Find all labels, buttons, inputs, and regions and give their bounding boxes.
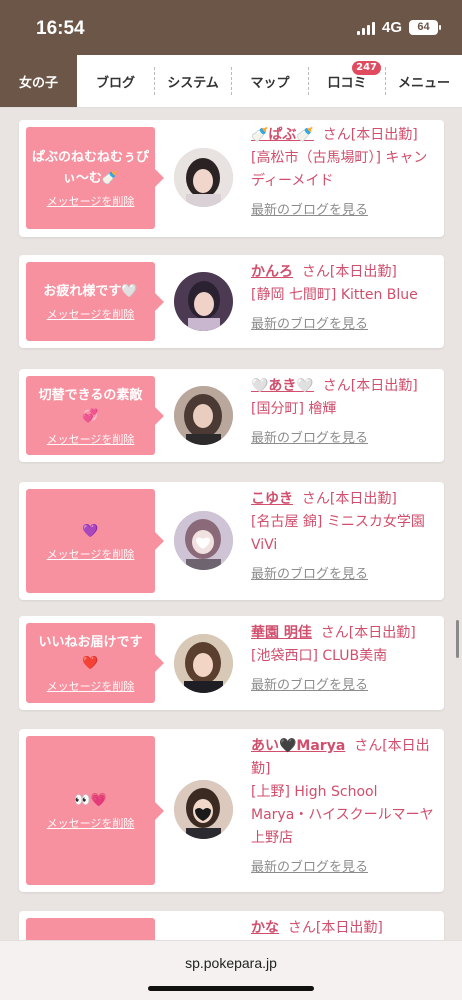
- delete-message-link[interactable]: メッセージを削除: [47, 193, 135, 209]
- latest-blog-link[interactable]: 最新のブログを見る: [251, 429, 439, 449]
- latest-blog-link[interactable]: 最新のブログを見る: [251, 858, 439, 878]
- girl-name-link[interactable]: あい🖤Marya: [251, 738, 345, 754]
- list-item: 💜 メッセージを削除 こゆき さん[本日出勤] [名古屋 錦] ミニスカ女学園V…: [19, 482, 444, 600]
- battery-icon: 64: [409, 20, 441, 35]
- message-text: 👀💗: [74, 793, 107, 808]
- message-bubble: ぱぶのねむねむぅぴぃ～む🍼 メッセージを削除: [26, 127, 164, 229]
- girl-status: さん[本日出勤]: [301, 264, 397, 280]
- message-bubble: 切替できるの素敵💞 メッセージを削除: [26, 376, 164, 455]
- latest-blog-link[interactable]: 最新のブログを見る: [251, 201, 439, 221]
- entry-info: 🤍あき🤍 さん[本日出勤] [国分町] 檜輝 最新のブログを見る: [251, 375, 439, 449]
- nav-tabs: 女の子 ブログ システム マップ 口コミ 247 メニュー: [0, 55, 462, 108]
- girl-status: さん[本日出勤]: [301, 491, 397, 507]
- tab-map[interactable]: マップ: [232, 55, 308, 107]
- entry-info: 🍼ぱぶ🍼 さん[本日出勤] [高松市（古馬場町）] キャンディーメイド 最新のブ…: [251, 124, 439, 221]
- signal-icon: [356, 21, 375, 35]
- girl-name-link[interactable]: 🤍あき🤍: [251, 378, 314, 394]
- girl-status: さん[本日出勤]: [322, 378, 418, 394]
- list-item: 👀💗 メッセージを削除 あい🖤Marya さん[本日出勤] [上野] High …: [19, 729, 444, 892]
- avatar[interactable]: [174, 511, 233, 570]
- girl-status: さん[本日出勤]: [322, 127, 418, 143]
- message-bubble: いいねお届けです❤️ メッセージを削除: [26, 623, 164, 703]
- delete-message-link[interactable]: メッセージを削除: [47, 678, 135, 694]
- girl-name-link[interactable]: かな: [251, 920, 279, 936]
- status-icons: 4G 64: [356, 19, 441, 36]
- delete-message-link[interactable]: メッセージを削除: [47, 546, 135, 562]
- status-time: 16:54: [36, 18, 85, 39]
- shop-link[interactable]: [静岡 七間町] Kitten Blue: [251, 284, 439, 307]
- girl-name-link[interactable]: かんろ: [251, 264, 293, 280]
- girl-name-link[interactable]: こゆき: [251, 491, 293, 507]
- list-item: お疲れ様です🤍 メッセージを削除 かんろ さん[本日出勤] [静岡 七間町] K…: [19, 255, 444, 348]
- tab-girls[interactable]: 女の子: [0, 55, 77, 107]
- message-text: ぱぶのねむねむぅぴぃ～む🍼: [32, 150, 150, 186]
- entry-info: 華園 明佳 さん[本日出勤] [池袋西口] CLUB美南 最新のブログを見る: [251, 622, 439, 696]
- latest-blog-link[interactable]: 最新のブログを見る: [251, 565, 439, 585]
- tab-system[interactable]: システム: [155, 55, 231, 107]
- message-bubble: お疲れ様です🤍 メッセージを削除: [26, 262, 164, 341]
- avatar[interactable]: [174, 386, 233, 445]
- shop-link[interactable]: [名古屋 錦] ミニスカ女学園ViVi: [251, 511, 439, 557]
- avatar[interactable]: [174, 148, 233, 207]
- girl-name-link[interactable]: 🍼ぱぶ🍼: [251, 127, 314, 143]
- delete-message-link[interactable]: メッセージを削除: [47, 815, 135, 831]
- entry-info: こゆき さん[本日出勤] [名古屋 錦] ミニスカ女学園ViVi 最新のブログを…: [251, 488, 439, 585]
- home-indicator[interactable]: [148, 986, 314, 991]
- shop-link[interactable]: [高松市（古馬場町）] キャンディーメイド: [251, 147, 439, 193]
- reviews-count-badge: 247: [352, 61, 381, 75]
- latest-blog-link[interactable]: 最新のブログを見る: [251, 676, 439, 696]
- list-item: ぱぶのねむねむぅぴぃ～む🍼 メッセージを削除 🍼ぱぶ🍼 さん[本日出勤] [高松…: [19, 120, 444, 237]
- message-text: いいねお届けです❤️: [38, 635, 143, 671]
- message-text: 💜: [82, 523, 99, 539]
- message-text: 切替できるの素敵💞: [38, 387, 143, 424]
- tab-menu[interactable]: メニュー: [386, 55, 462, 107]
- shop-link[interactable]: [国分町] 檜輝: [251, 398, 439, 421]
- latest-blog-link[interactable]: 最新のブログを見る: [251, 315, 439, 335]
- girl-status: さん[本日出勤]: [287, 920, 383, 936]
- message-bubble: 💜 メッセージを削除: [26, 489, 164, 593]
- avatar[interactable]: [174, 780, 233, 839]
- delete-message-link[interactable]: メッセージを削除: [47, 306, 135, 322]
- girl-name-link[interactable]: 華園 明佳: [251, 625, 312, 641]
- status-bar: 16:54 4G 64: [0, 0, 462, 55]
- avatar[interactable]: [174, 272, 233, 331]
- list-item: 切替できるの素敵💞 メッセージを削除 🤍あき🤍 さん[本日出勤] [国分町] 檜…: [19, 369, 444, 462]
- delete-message-link[interactable]: メッセージを削除: [47, 431, 135, 447]
- network-label: 4G: [381, 19, 402, 36]
- url-text: sp.pokepara.jp: [185, 955, 277, 971]
- shop-link[interactable]: [上野] High School Marya・ハイスクールマーヤ上野店: [251, 781, 439, 850]
- message-text: お疲れ様です🤍: [43, 284, 138, 299]
- girl-status: さん[本日出勤]: [320, 625, 416, 641]
- entry-info: あい🖤Marya さん[本日出勤] [上野] High School Marya…: [251, 735, 439, 878]
- shop-link[interactable]: [池袋西口] CLUB美南: [251, 645, 439, 668]
- message-bubble: 👀💗 メッセージを削除: [26, 736, 164, 885]
- avatar[interactable]: [174, 634, 233, 693]
- list-item: いいねお届けです❤️ メッセージを削除 華園 明佳 さん[本日出勤] [池袋西口…: [19, 616, 444, 710]
- tab-blog[interactable]: ブログ: [77, 55, 154, 107]
- tab-reviews[interactable]: 口コミ 247: [309, 55, 385, 107]
- entry-info: かな さん[本日出勤]: [251, 917, 439, 940]
- entry-info: かんろ さん[本日出勤] [静岡 七間町] Kitten Blue 最新のブログ…: [251, 261, 439, 335]
- scrollbar[interactable]: [456, 620, 459, 658]
- browser-url-bar[interactable]: sp.pokepara.jp: [0, 940, 462, 1000]
